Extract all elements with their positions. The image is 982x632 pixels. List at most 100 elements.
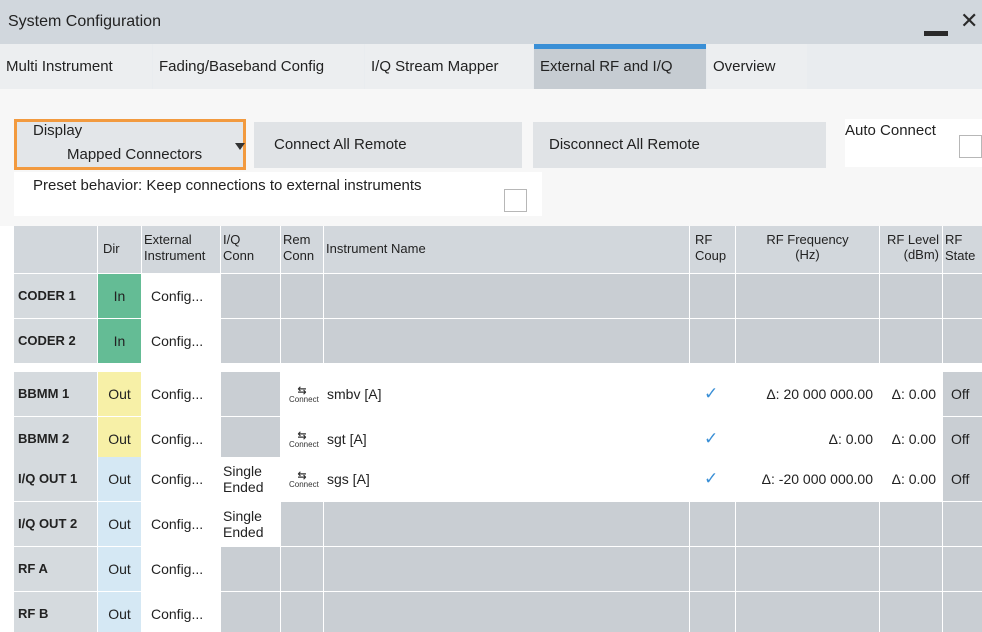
connect-toggle[interactable]: ⇆ Connect bbox=[281, 372, 323, 416]
header-state-line1: RF bbox=[945, 232, 963, 247]
connector-table: Dir External Instrument I/Q Conn Rem Conn I… bbox=[14, 226, 982, 632]
config-button[interactable]: Config... bbox=[142, 457, 220, 501]
connect-all-remote-button[interactable]: Connect All Remote bbox=[254, 122, 522, 168]
rf-state-value[interactable]: Off bbox=[943, 372, 982, 416]
instrument-name-cell bbox=[324, 274, 689, 318]
iq-conn-line2: Ended bbox=[223, 524, 264, 540]
header-level-line1: RF Level bbox=[886, 232, 939, 247]
iq-conn-cell bbox=[221, 592, 280, 632]
rf-level-cell bbox=[880, 502, 942, 546]
connect-icon: ⇆ Connect bbox=[289, 385, 319, 404]
instrument-name-cell bbox=[324, 319, 689, 363]
iq-conn-value[interactable]: Single Ended bbox=[221, 457, 280, 501]
auto-connect-label: Auto Connect bbox=[845, 122, 936, 139]
row-label: CODER 1 bbox=[14, 274, 97, 318]
rf-state-value[interactable]: Off bbox=[943, 457, 982, 501]
instrument-name-field[interactable]: smbv [A] bbox=[324, 372, 689, 416]
connect-icon-label: Connect bbox=[289, 440, 319, 449]
tab-iq-stream-mapper[interactable]: I/Q Stream Mapper bbox=[365, 44, 533, 89]
rf-level-field[interactable]: Δ: 0.00 bbox=[880, 457, 942, 501]
preset-behavior-checkbox[interactable] bbox=[504, 189, 527, 212]
header-freq-line1: RF Frequency bbox=[766, 232, 849, 247]
header-rf-frequency: RF Frequency (Hz) bbox=[736, 226, 879, 273]
rf-coup-cell bbox=[690, 547, 735, 591]
header-dir: Dir bbox=[98, 226, 141, 273]
rf-frequency-field[interactable]: Δ: 20 000 000.00 bbox=[736, 372, 879, 416]
rf-frequency-field[interactable]: Δ: -20 000 000.00 bbox=[736, 457, 879, 501]
rf-frequency-field[interactable]: Δ: 0.00 bbox=[736, 417, 879, 461]
config-button[interactable]: Config... bbox=[142, 592, 220, 632]
auto-connect-checkbox[interactable] bbox=[959, 135, 982, 158]
tab-overview[interactable]: Overview bbox=[707, 44, 807, 89]
dir-cell: Out bbox=[98, 592, 141, 632]
dir-cell: In bbox=[98, 319, 141, 363]
minimize-icon[interactable] bbox=[924, 31, 948, 36]
row-label: BBMM 1 bbox=[14, 372, 97, 416]
rf-coupling-checkbox[interactable]: ✓ bbox=[690, 417, 735, 461]
config-button[interactable]: Config... bbox=[142, 502, 220, 546]
display-select-label: Display bbox=[33, 122, 83, 139]
display-select-value: Mapped Connectors bbox=[67, 146, 203, 163]
rf-level-cell bbox=[880, 274, 942, 318]
close-icon[interactable]: ✕ bbox=[960, 10, 978, 32]
config-button[interactable]: Config... bbox=[142, 372, 220, 416]
iq-conn-value[interactable]: Single Ended bbox=[221, 502, 280, 546]
tab-multi-instrument[interactable]: Multi Instrument bbox=[0, 44, 152, 89]
rf-coup-cell bbox=[690, 592, 735, 632]
dir-cell: In bbox=[98, 274, 141, 318]
config-button[interactable]: Config... bbox=[142, 319, 220, 363]
instrument-name-field[interactable]: sgs [A] bbox=[324, 457, 689, 501]
rem-conn-cell bbox=[281, 502, 323, 546]
rf-level-cell bbox=[880, 592, 942, 632]
dropdown-arrow-icon bbox=[235, 143, 245, 150]
rf-coupling-checkbox[interactable]: ✓ bbox=[690, 372, 735, 416]
header-rem-line1: Rem bbox=[283, 232, 311, 247]
header-iq-line2: Conn bbox=[223, 248, 255, 263]
rf-frequency-cell bbox=[736, 274, 879, 318]
check-icon: ✓ bbox=[704, 469, 719, 488]
rf-state-value[interactable]: Off bbox=[943, 417, 982, 461]
dir-cell: Out bbox=[98, 502, 141, 546]
tab-external-rf-iq[interactable]: External RF and I/Q bbox=[534, 44, 706, 89]
rem-conn-cell bbox=[281, 319, 323, 363]
config-button[interactable]: Config... bbox=[142, 274, 220, 318]
display-select[interactable]: Display Mapped Connectors bbox=[14, 119, 246, 170]
header-ext-line1: External bbox=[144, 232, 192, 247]
iq-conn-cell bbox=[221, 274, 280, 318]
row-label: RF B bbox=[14, 592, 97, 632]
header-rem-line2: Conn bbox=[283, 248, 315, 263]
rf-coup-cell bbox=[690, 274, 735, 318]
header-coup-line2: Coup bbox=[695, 248, 727, 263]
preset-behavior-group: Preset behavior: Keep connections to ext… bbox=[14, 172, 542, 216]
rf-frequency-cell bbox=[736, 547, 879, 591]
rf-frequency-cell bbox=[736, 502, 879, 546]
header-name-text: Instrument Name bbox=[326, 241, 426, 256]
config-button[interactable]: Config... bbox=[142, 547, 220, 591]
instrument-name-cell bbox=[324, 547, 689, 591]
rf-state-cell bbox=[943, 502, 982, 546]
connect-icon-label: Connect bbox=[289, 480, 319, 489]
instrument-name-field[interactable]: sgt [A] bbox=[324, 417, 689, 461]
rf-level-field[interactable]: Δ: 0.00 bbox=[880, 417, 942, 461]
rf-level-cell bbox=[880, 547, 942, 591]
iq-conn-line1: Single bbox=[223, 508, 262, 524]
connect-toggle[interactable]: ⇆ Connect bbox=[281, 417, 323, 461]
header-rf-coup: RF Coup bbox=[690, 226, 735, 273]
tab-fading-baseband-config[interactable]: Fading/Baseband Config bbox=[153, 44, 364, 89]
iq-conn-cell bbox=[221, 319, 280, 363]
rf-level-cell bbox=[880, 319, 942, 363]
rf-coupling-checkbox[interactable]: ✓ bbox=[690, 457, 735, 501]
dir-cell: Out bbox=[98, 372, 141, 416]
connect-toggle[interactable]: ⇆ Connect bbox=[281, 457, 323, 501]
header-external-instrument: External Instrument bbox=[142, 226, 220, 273]
rf-coup-cell bbox=[690, 319, 735, 363]
header-rf-level: RF Level (dBm) bbox=[880, 226, 942, 273]
header-level-line2: (dBm) bbox=[903, 247, 939, 262]
rf-level-field[interactable]: Δ: 0.00 bbox=[880, 372, 942, 416]
disconnect-all-remote-button[interactable]: Disconnect All Remote bbox=[533, 122, 826, 168]
dir-cell: Out bbox=[98, 417, 141, 461]
config-button[interactable]: Config... bbox=[142, 417, 220, 461]
check-icon: ✓ bbox=[704, 429, 719, 448]
connect-icon-label: Connect bbox=[289, 395, 319, 404]
header-iq-conn: I/Q Conn bbox=[221, 226, 280, 273]
